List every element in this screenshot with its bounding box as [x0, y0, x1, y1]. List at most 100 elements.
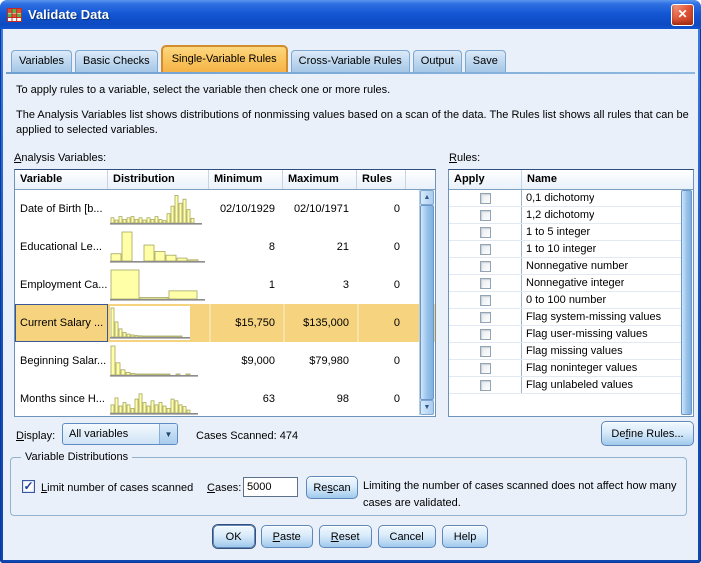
- rules-count-cell: 0: [357, 190, 406, 228]
- rule-row[interactable]: Nonnegative integer: [449, 275, 681, 292]
- scroll-down-icon[interactable]: ▼: [420, 400, 434, 415]
- minimum-cell: $9,000: [209, 342, 283, 380]
- analysis-table-rows: Date of Birth [b...02/10/192902/10/19710…: [15, 190, 435, 418]
- apply-cell: [449, 360, 522, 376]
- paste-button[interactable]: Paste: [261, 525, 313, 548]
- column-header-minimum[interactable]: Minimum: [209, 170, 283, 189]
- rules-table-rows: 0,1 dichotomy1,2 dichotomy 1 to 5 integer…: [449, 190, 681, 394]
- minimum-cell: 8: [209, 228, 283, 266]
- rules-table-header: Apply Name: [449, 170, 693, 190]
- rule-apply-checkbox[interactable]: [480, 244, 491, 255]
- minimum-cell: 1: [209, 266, 283, 304]
- column-header-name[interactable]: Name: [522, 170, 693, 189]
- rule-apply-checkbox[interactable]: [480, 278, 491, 289]
- histogram-icon: [110, 344, 205, 378]
- instruction-line-1: To apply rules to a variable, select the…: [16, 84, 390, 96]
- rule-apply-checkbox[interactable]: [480, 261, 491, 272]
- help-button[interactable]: Help: [442, 525, 489, 548]
- column-header-rules[interactable]: Rules: [357, 170, 406, 189]
- limit-cases-checkbox[interactable]: ✓: [22, 480, 35, 493]
- apply-cell: [449, 292, 522, 308]
- rule-row[interactable]: 0 to 100 number: [449, 292, 681, 309]
- column-header-distribution[interactable]: Distribution: [108, 170, 209, 189]
- rule-row[interactable]: Flag noninteger values: [449, 360, 681, 377]
- tab-cross-variable-rules[interactable]: Cross-Variable Rules: [291, 50, 410, 72]
- rule-row[interactable]: 1 to 5 integer: [449, 224, 681, 241]
- rules-count-cell: 0: [357, 266, 406, 304]
- rule-row[interactable]: 0,1 dichotomy: [449, 190, 681, 207]
- analysis-row[interactable]: Beginning Salar...$9,000$79,9800: [15, 342, 435, 380]
- window-title: Validate Data: [28, 7, 109, 22]
- rule-apply-checkbox[interactable]: [480, 380, 491, 391]
- tab-save[interactable]: Save: [465, 50, 506, 72]
- rule-row[interactable]: Flag system-missing values: [449, 309, 681, 326]
- variable-name-cell: Beginning Salar...: [15, 342, 108, 380]
- rule-row[interactable]: Flag unlabeled values: [449, 377, 681, 394]
- analysis-row[interactable]: Employment Ca...130: [15, 266, 435, 304]
- rule-row[interactable]: 1,2 dichotomy: [449, 207, 681, 224]
- apply-cell: [449, 241, 522, 257]
- rule-name: 0 to 100 number: [522, 294, 606, 306]
- tab-basic-checks[interactable]: Basic Checks: [75, 50, 158, 72]
- rule-apply-checkbox[interactable]: [480, 295, 491, 306]
- column-header-apply[interactable]: Apply: [449, 170, 522, 189]
- histogram-icon: [110, 306, 205, 340]
- rules-table-scrollbar[interactable]: [681, 190, 692, 415]
- rule-row[interactable]: Flag missing values: [449, 343, 681, 360]
- distribution-cell: [108, 304, 209, 342]
- apply-cell: [449, 190, 522, 206]
- variable-name-cell: Educational Le...: [15, 228, 108, 266]
- rules-table: Apply Name 0,1 dichotomy1,2 dichotomy 1 t…: [448, 169, 694, 417]
- rule-apply-checkbox[interactable]: [480, 363, 491, 374]
- define-rules-button[interactable]: Define Rules...: [601, 421, 694, 446]
- rule-name: Nonnegative number: [522, 260, 628, 272]
- chevron-down-icon[interactable]: ▼: [159, 424, 177, 444]
- rules-label: Rules:: [449, 152, 480, 164]
- distribution-cell: [108, 228, 209, 266]
- rule-row[interactable]: Flag user-missing values: [449, 326, 681, 343]
- analysis-row[interactable]: Educational Le...8210: [15, 228, 435, 266]
- rule-name: Flag system-missing values: [522, 311, 661, 323]
- rule-apply-checkbox[interactable]: [480, 312, 491, 323]
- rules-count-cell: 0: [357, 342, 406, 380]
- tab-single-variable-rules[interactable]: Single-Variable Rules: [161, 45, 288, 72]
- analysis-variables-table: Variable Distribution Minimum Maximum Ru…: [14, 169, 436, 417]
- ok-button[interactable]: OK: [213, 525, 255, 548]
- analysis-row[interactable]: Current Salary ...$15,750$135,0000: [15, 304, 435, 342]
- rule-name: Nonnegative integer: [522, 277, 624, 289]
- tab-output[interactable]: Output: [413, 50, 462, 72]
- column-header-variable[interactable]: Variable: [15, 170, 108, 189]
- analysis-table-scrollbar[interactable]: ▲ ▼: [419, 190, 434, 415]
- rescan-button[interactable]: Rescan: [306, 476, 358, 499]
- analysis-row[interactable]: Months since H...63980: [15, 380, 435, 418]
- rule-row[interactable]: 1 to 10 integer: [449, 241, 681, 258]
- rule-apply-checkbox[interactable]: [480, 193, 491, 204]
- rule-row[interactable]: Nonnegative number: [449, 258, 681, 275]
- group-title: Variable Distributions: [21, 451, 132, 463]
- rule-apply-checkbox[interactable]: [480, 227, 491, 238]
- rule-apply-checkbox[interactable]: [480, 346, 491, 357]
- rule-name: 1 to 5 integer: [522, 226, 590, 238]
- apply-cell: [449, 309, 522, 325]
- rule-apply-checkbox[interactable]: [480, 210, 491, 221]
- minimum-cell: $15,750: [209, 304, 283, 342]
- close-button[interactable]: ✕: [671, 4, 694, 26]
- apply-cell: [449, 224, 522, 240]
- apply-cell: [449, 326, 522, 342]
- dialog-action-buttons: OK Paste Reset Cancel Help: [3, 525, 698, 548]
- histogram-icon: [110, 268, 205, 302]
- rule-name: 1 to 10 integer: [522, 243, 596, 255]
- tab-variables[interactable]: Variables: [11, 50, 72, 72]
- reset-button[interactable]: Reset: [319, 525, 372, 548]
- display-variables-dropdown[interactable]: All variables ▼: [62, 423, 178, 445]
- scroll-up-icon[interactable]: ▲: [420, 190, 434, 205]
- cases-input[interactable]: [243, 477, 298, 497]
- analysis-row[interactable]: Date of Birth [b...02/10/192902/10/19710: [15, 190, 435, 228]
- histogram-icon: [110, 382, 205, 416]
- column-header-maximum[interactable]: Maximum: [283, 170, 357, 189]
- cancel-button[interactable]: Cancel: [378, 525, 436, 548]
- display-label: Display:: [16, 430, 55, 442]
- rule-apply-checkbox[interactable]: [480, 329, 491, 340]
- maximum-cell: 21: [283, 228, 357, 266]
- scrollbar-thumb[interactable]: [420, 205, 434, 400]
